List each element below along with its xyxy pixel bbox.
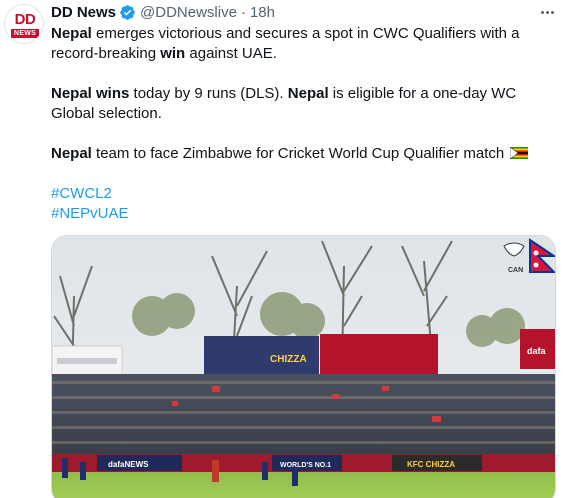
text-run: team to face Zimbabwe for Cricket World … [91, 145, 509, 162]
tweet-header: DD News @DDNewslive · 18h [51, 2, 275, 22]
hashtag-link[interactable]: #CWCL2 [51, 184, 556, 204]
tweet-paragraph: Nepal team to face Zimbabwe for Cricket … [51, 144, 556, 164]
tweet-timestamp[interactable]: 18h [250, 4, 275, 21]
text-run: emerges victorious and secures a spot in… [51, 25, 520, 62]
avatar-logo-subtext: NEWS [11, 29, 39, 38]
bold-text-run: Nepal [51, 25, 92, 42]
tweet-media-photo[interactable]: CHIZZA dafa dafaNEWS WORLD'S NO.1 KFC CH… [51, 235, 556, 498]
billboard-text: WORLD'S NO.1 [280, 462, 331, 469]
verified-badge-icon [120, 4, 135, 20]
header-separator: · [240, 3, 246, 21]
billboard-text: dafa [527, 346, 547, 356]
stadium-photo: CHIZZA dafa dafaNEWS WORLD'S NO.1 KFC CH… [52, 236, 555, 498]
text-run: today by 9 runs (DLS). [129, 85, 288, 102]
billboard-text: KFC CHIZZA [407, 460, 455, 469]
bold-text-run: Nepal wins [51, 85, 130, 102]
bold-text-run: Nepal [51, 145, 92, 162]
tweet-text: Nepal emerges victorious and secures a s… [51, 24, 556, 224]
bold-text-run: win [160, 45, 186, 62]
bold-text-run: Nepal [287, 85, 329, 102]
avatar-logo-text: DD [14, 11, 36, 28]
more-options-icon[interactable] [536, 2, 558, 22]
tweet-card[interactable]: DD NEWS DD News @DDNewslive · 18h Nepal … [0, 0, 569, 498]
zimbabwe-flag-icon [510, 147, 529, 159]
author-handle[interactable]: @DDNewslive [140, 4, 237, 21]
watermark-text: CAN [508, 267, 523, 274]
tweet-paragraph: Nepal wins today by 9 runs (DLS). Nepal … [51, 84, 556, 124]
author-avatar[interactable]: DD NEWS [4, 4, 44, 44]
hashtag-link[interactable]: #NEPvUAE [51, 204, 556, 224]
tweet-paragraph: Nepal emerges victorious and secures a s… [51, 24, 556, 64]
hashtag-list: #CWCL2 #NEPvUAE [51, 184, 556, 224]
author-name[interactable]: DD News [51, 4, 116, 21]
billboard-text: dafaNEWS [108, 460, 149, 469]
billboard-text: CHIZZA [270, 354, 307, 365]
text-run: against UAE. [185, 45, 277, 62]
